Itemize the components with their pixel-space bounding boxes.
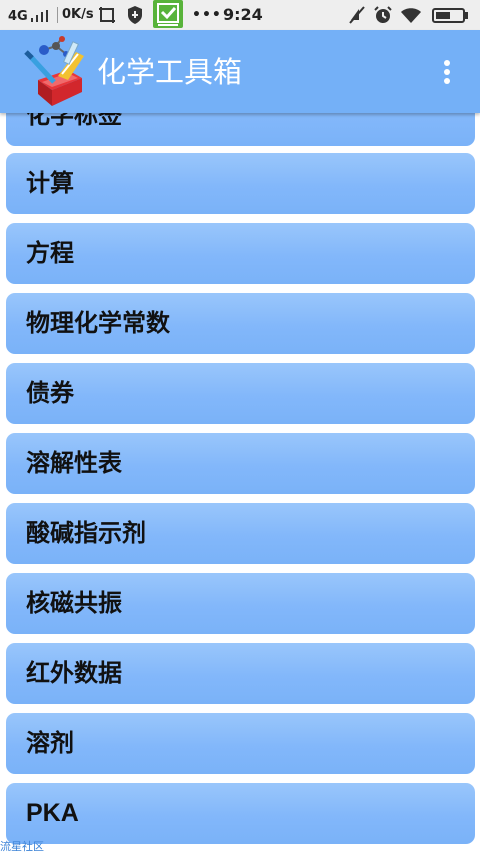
list-item-label: 溶解性表 [26,449,122,477]
list-item-equations[interactable]: 方程 [6,223,475,284]
network-type: 4G [8,0,28,30]
list-item-label: 债券 [26,379,74,407]
list-item-bonds[interactable]: 债券 [6,363,475,424]
list-item-pka[interactable]: PKA [6,783,475,844]
app-title: 化学工具箱 [97,55,243,89]
dot-icon [444,60,450,66]
mute-icon [349,6,365,24]
shield-icon [128,6,142,24]
dot-icon [444,69,450,75]
list-item-label: 物理化学常数 [26,309,170,337]
list-item-solvents[interactable]: 溶剂 [6,713,475,774]
screenshot-icon [99,7,115,23]
wifi-icon [401,8,421,23]
alarm-icon [374,6,392,23]
list-item-nmr[interactable]: 核磁共振 [6,573,475,634]
list-item-acid-base-indicators[interactable]: 酸碱指示剂 [6,503,475,564]
clock: 9:24 [223,5,263,24]
list-item-label: PKA [26,799,79,827]
notification-app-icon [153,0,183,28]
network-speed: 0K/s [62,7,94,22]
list-item-label: 溶剂 [26,729,74,757]
list-item-label: 核磁共振 [26,589,122,617]
list-item-label: 化学标签 [26,113,122,129]
dot-icon [444,78,450,84]
list-item-chemical-labels[interactable]: 化学标签 [6,113,475,146]
list-item-label: 红外数据 [26,659,122,687]
status-bar: 4G 0K/s ••• 9:24 [0,0,480,30]
signal-icon [31,10,53,22]
list-item-infrared-data[interactable]: 红外数据 [6,643,475,704]
list-item-label: 方程 [26,239,74,267]
chemistry-toolbox-logo-icon [24,36,84,106]
app-bar: 化学工具箱 [0,30,480,113]
list-item-physical-constants[interactable]: 物理化学常数 [6,293,475,354]
list-item-calculation[interactable]: 计算 [6,153,475,214]
list-item-label: 计算 [26,169,74,197]
list-item-label: 酸碱指示剂 [26,519,146,547]
network-label: 4G [8,9,28,24]
overflow-menu-button[interactable] [432,52,462,92]
more-notifications-icon: ••• [192,7,222,23]
tool-list[interactable]: 化学标签 计算 方程 物理化学常数 债券 溶解性表 酸碱指示剂 核磁共振 红外数… [0,113,480,854]
status-divider [57,7,58,23]
watermark: 流星社区 [0,840,44,853]
list-item-solubility-table[interactable]: 溶解性表 [6,433,475,494]
battery-icon [432,8,468,23]
